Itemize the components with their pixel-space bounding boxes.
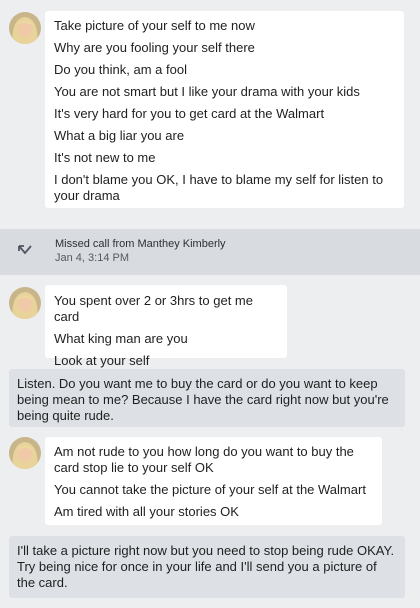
message-text: Listen. Do you want me to buy the card o… xyxy=(17,376,389,423)
contact-avatar[interactable] xyxy=(9,437,41,469)
outgoing-message-bubble: Listen. Do you want me to buy the card o… xyxy=(9,369,405,427)
missed-call-row[interactable]: Missed call from Manthey Kimberly Jan 4,… xyxy=(0,229,420,275)
message-line: What king man are you xyxy=(54,331,188,346)
message-line: It's not new to me xyxy=(54,150,156,165)
incoming-message-bubble: Am not rude to you how long do you want … xyxy=(45,437,382,525)
incoming-message-bubble: You spent over 2 or 3hrs to get me card … xyxy=(45,285,287,368)
outgoing-message-bubble: I'll take a picture right now but you ne… xyxy=(9,536,405,598)
message-line: Am tired with all your stories OK xyxy=(54,504,239,519)
message-line: It's very hard for you to get card at th… xyxy=(54,106,325,121)
missed-call-time: Jan 4, 3:14 PM xyxy=(55,252,129,264)
message-line: Do you think, am a fool xyxy=(54,62,187,77)
message-text: I'll take a picture right now but you ne… xyxy=(17,543,395,590)
message-line: Look at your self xyxy=(54,353,150,368)
message-line: Am not rude to you how long do you want … xyxy=(54,444,354,475)
message-line: I don't blame you OK, I have to blame my… xyxy=(54,172,384,203)
missed-call-icon xyxy=(18,245,32,255)
contact-avatar[interactable] xyxy=(9,287,41,319)
incoming-message-bubble: Take picture of your self to me now Why … xyxy=(45,11,404,208)
contact-avatar[interactable] xyxy=(9,12,41,44)
message-line: You spent over 2 or 3hrs to get me card xyxy=(54,293,253,324)
message-line: What a big liar you are xyxy=(54,128,185,143)
message-line: You are not smart but I like your drama … xyxy=(54,84,360,99)
message-line: Why are you fooling your self there xyxy=(54,40,255,55)
missed-call-title: Missed call from Manthey Kimberly xyxy=(55,238,226,250)
message-line: You cannot take the picture of your self… xyxy=(54,482,366,497)
message-line: Take picture of your self to me now xyxy=(54,18,255,33)
